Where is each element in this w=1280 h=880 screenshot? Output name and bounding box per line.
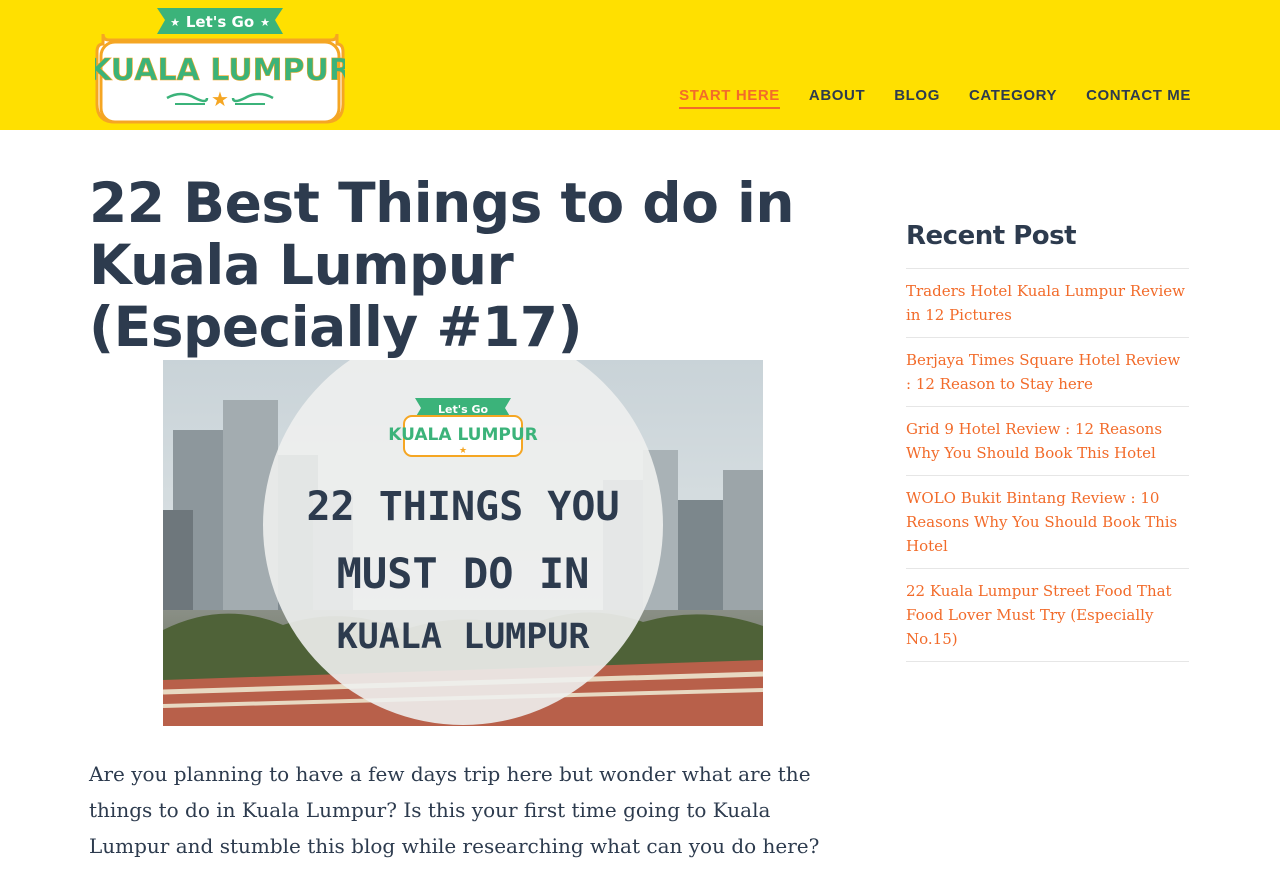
svg-text:★: ★ — [170, 17, 180, 29]
recent-post-link[interactable]: 22 Kuala Lumpur Street Food That Food Lo… — [906, 579, 1189, 651]
svg-text:★: ★ — [459, 445, 467, 455]
recent-post-link[interactable]: Grid 9 Hotel Review : 12 Reasons Why You… — [906, 417, 1189, 465]
post-intro: Are you planning to have a few days trip… — [89, 762, 820, 858]
recent-post-link[interactable]: Berjaya Times Square Hotel Review : 12 R… — [906, 348, 1189, 396]
list-item: Traders Hotel Kuala Lumpur Review in 12 … — [906, 269, 1189, 338]
nav-about[interactable]: ABOUT — [809, 87, 865, 109]
recent-post-list: Traders Hotel Kuala Lumpur Review in 12 … — [906, 268, 1189, 662]
nav-contact-me[interactable]: CONTACT ME — [1086, 87, 1191, 109]
list-item: WOLO Bukit Bintang Review : 10 Reasons W… — [906, 476, 1189, 569]
recent-post-link[interactable]: Traders Hotel Kuala Lumpur Review in 12 … — [906, 279, 1189, 327]
main-nav: START HERE ABOUT BLOG CATEGORY CONTACT M… — [679, 87, 1191, 109]
logo-top-text: Let's Go — [186, 13, 254, 31]
logo-main-text: KUALA LUMPUR — [95, 53, 345, 88]
svg-text:★: ★ — [211, 89, 229, 111]
list-item: Grid 9 Hotel Review : 12 Reasons Why You… — [906, 407, 1189, 476]
recent-post-link[interactable]: WOLO Bukit Bintang Review : 10 Reasons W… — [906, 486, 1189, 558]
image-badge-main: KUALA LUMPUR — [388, 425, 538, 445]
post-title: 22 Best Things to do in Kuala Lumpur (Es… — [89, 171, 795, 359]
image-badge-top: Let's Go — [438, 403, 489, 416]
image-line-2: MUST DO IN — [337, 549, 590, 598]
sidebar-recent-posts: Recent Post Traders Hotel Kuala Lumpur R… — [906, 218, 1189, 662]
svg-text:★: ★ — [260, 17, 270, 29]
image-line-1: 22 THINGS YOU — [306, 484, 619, 530]
list-item: 22 Kuala Lumpur Street Food That Food Lo… — [906, 569, 1189, 662]
list-item: Berjaya Times Square Hotel Review : 12 R… — [906, 338, 1189, 407]
image-line-3: KUALA LUMPUR — [337, 617, 591, 657]
nav-blog[interactable]: BLOG — [894, 87, 940, 109]
site-logo[interactable]: Let's Go ★ ★ KUALA LUMPUR ★ — [95, 4, 345, 126]
featured-image: Let's Go KUALA LUMPUR ★ 22 THINGS YOU MU… — [163, 360, 763, 726]
recent-post-heading: Recent Post — [906, 221, 1077, 251]
site-header: Let's Go ★ ★ KUALA LUMPUR ★ START HERE A… — [0, 0, 1280, 130]
nav-start-here[interactable]: START HERE — [679, 87, 780, 109]
nav-category[interactable]: CATEGORY — [969, 87, 1057, 109]
